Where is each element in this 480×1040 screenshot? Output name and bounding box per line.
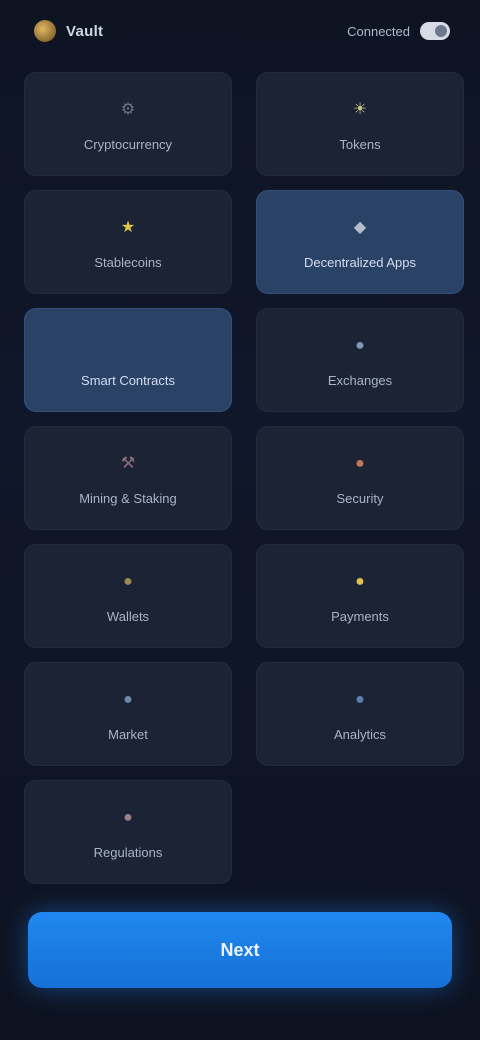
category-tile[interactable]: ⚒ Mining & Staking — [24, 426, 232, 530]
pickaxe-icon: ⚒ — [120, 454, 136, 472]
globe-icon: ● — [355, 336, 365, 354]
category-tile[interactable]: Smart Contracts — [24, 308, 232, 412]
app-root: Vault Connected ⚙ Cryptocurrency ☀ Tokens ★ S… — [0, 0, 480, 1040]
status-toggle[interactable] — [420, 22, 450, 40]
category-tile[interactable]: ● Market — [24, 662, 232, 766]
star-icon: ★ — [120, 218, 136, 236]
connection-status: Connected — [347, 23, 410, 39]
category-tile-label: Mining & Staking — [79, 490, 177, 506]
category-tile-label: Security — [336, 490, 384, 506]
top-bar: Vault Connected — [0, 0, 480, 62]
empty-grid-cell — [256, 780, 464, 884]
category-tile-label: Market — [108, 726, 148, 742]
category-tile-label: Smart Contracts — [81, 372, 175, 388]
coin-icon: ● — [355, 572, 365, 590]
flame-icon: ● — [355, 454, 365, 472]
category-tile-label: Regulations — [93, 844, 163, 860]
category-tile[interactable]: ● Payments — [256, 544, 464, 648]
category-tile[interactable]: ☀ Tokens — [256, 72, 464, 176]
category-tile[interactable]: ★ Stablecoins — [24, 190, 232, 294]
category-tile-label: Tokens — [339, 136, 381, 152]
shield-icon: ● — [355, 690, 365, 708]
category-tile[interactable]: ◆ Decentralized Apps — [256, 190, 464, 294]
blank-icon — [115, 333, 141, 359]
category-tile[interactable]: ⚙ Cryptocurrency — [24, 72, 232, 176]
category-tile-label: Decentralized Apps — [303, 254, 416, 270]
category-tile-label: Payments — [331, 608, 389, 624]
category-grid: ⚙ Cryptocurrency ☀ Tokens ★ Stablecoins ◆ Decen… — [24, 72, 464, 884]
category-tile-label: Analytics — [333, 726, 387, 742]
diamond-icon: ◆ — [353, 218, 367, 236]
gear-icon: ⚙ — [120, 100, 136, 118]
chart-icon: ● — [123, 690, 133, 708]
category-tile[interactable]: ● Wallets — [24, 544, 232, 648]
category-tile[interactable]: ● Regulations — [24, 780, 232, 884]
app-name: Vault — [66, 22, 104, 40]
next-button[interactable]: Next — [28, 912, 452, 988]
category-tile[interactable]: ● Security — [256, 426, 464, 530]
coin-logo-icon — [34, 20, 56, 42]
sun-icon: ☀ — [352, 100, 368, 118]
scale-icon: ● — [123, 808, 133, 826]
category-tile-label: Exchanges — [327, 372, 393, 388]
header-status-group[interactable]: Connected — [347, 22, 450, 40]
category-tile-label: Cryptocurrency — [83, 136, 173, 152]
category-tile-label: Wallets — [106, 608, 150, 624]
category-tile-label: Stablecoins — [94, 254, 162, 270]
wallet-icon: ● — [123, 572, 133, 590]
brand: Vault — [34, 20, 103, 42]
category-tile[interactable]: ● Exchanges — [256, 308, 464, 412]
category-tile[interactable]: ● Analytics — [256, 662, 464, 766]
